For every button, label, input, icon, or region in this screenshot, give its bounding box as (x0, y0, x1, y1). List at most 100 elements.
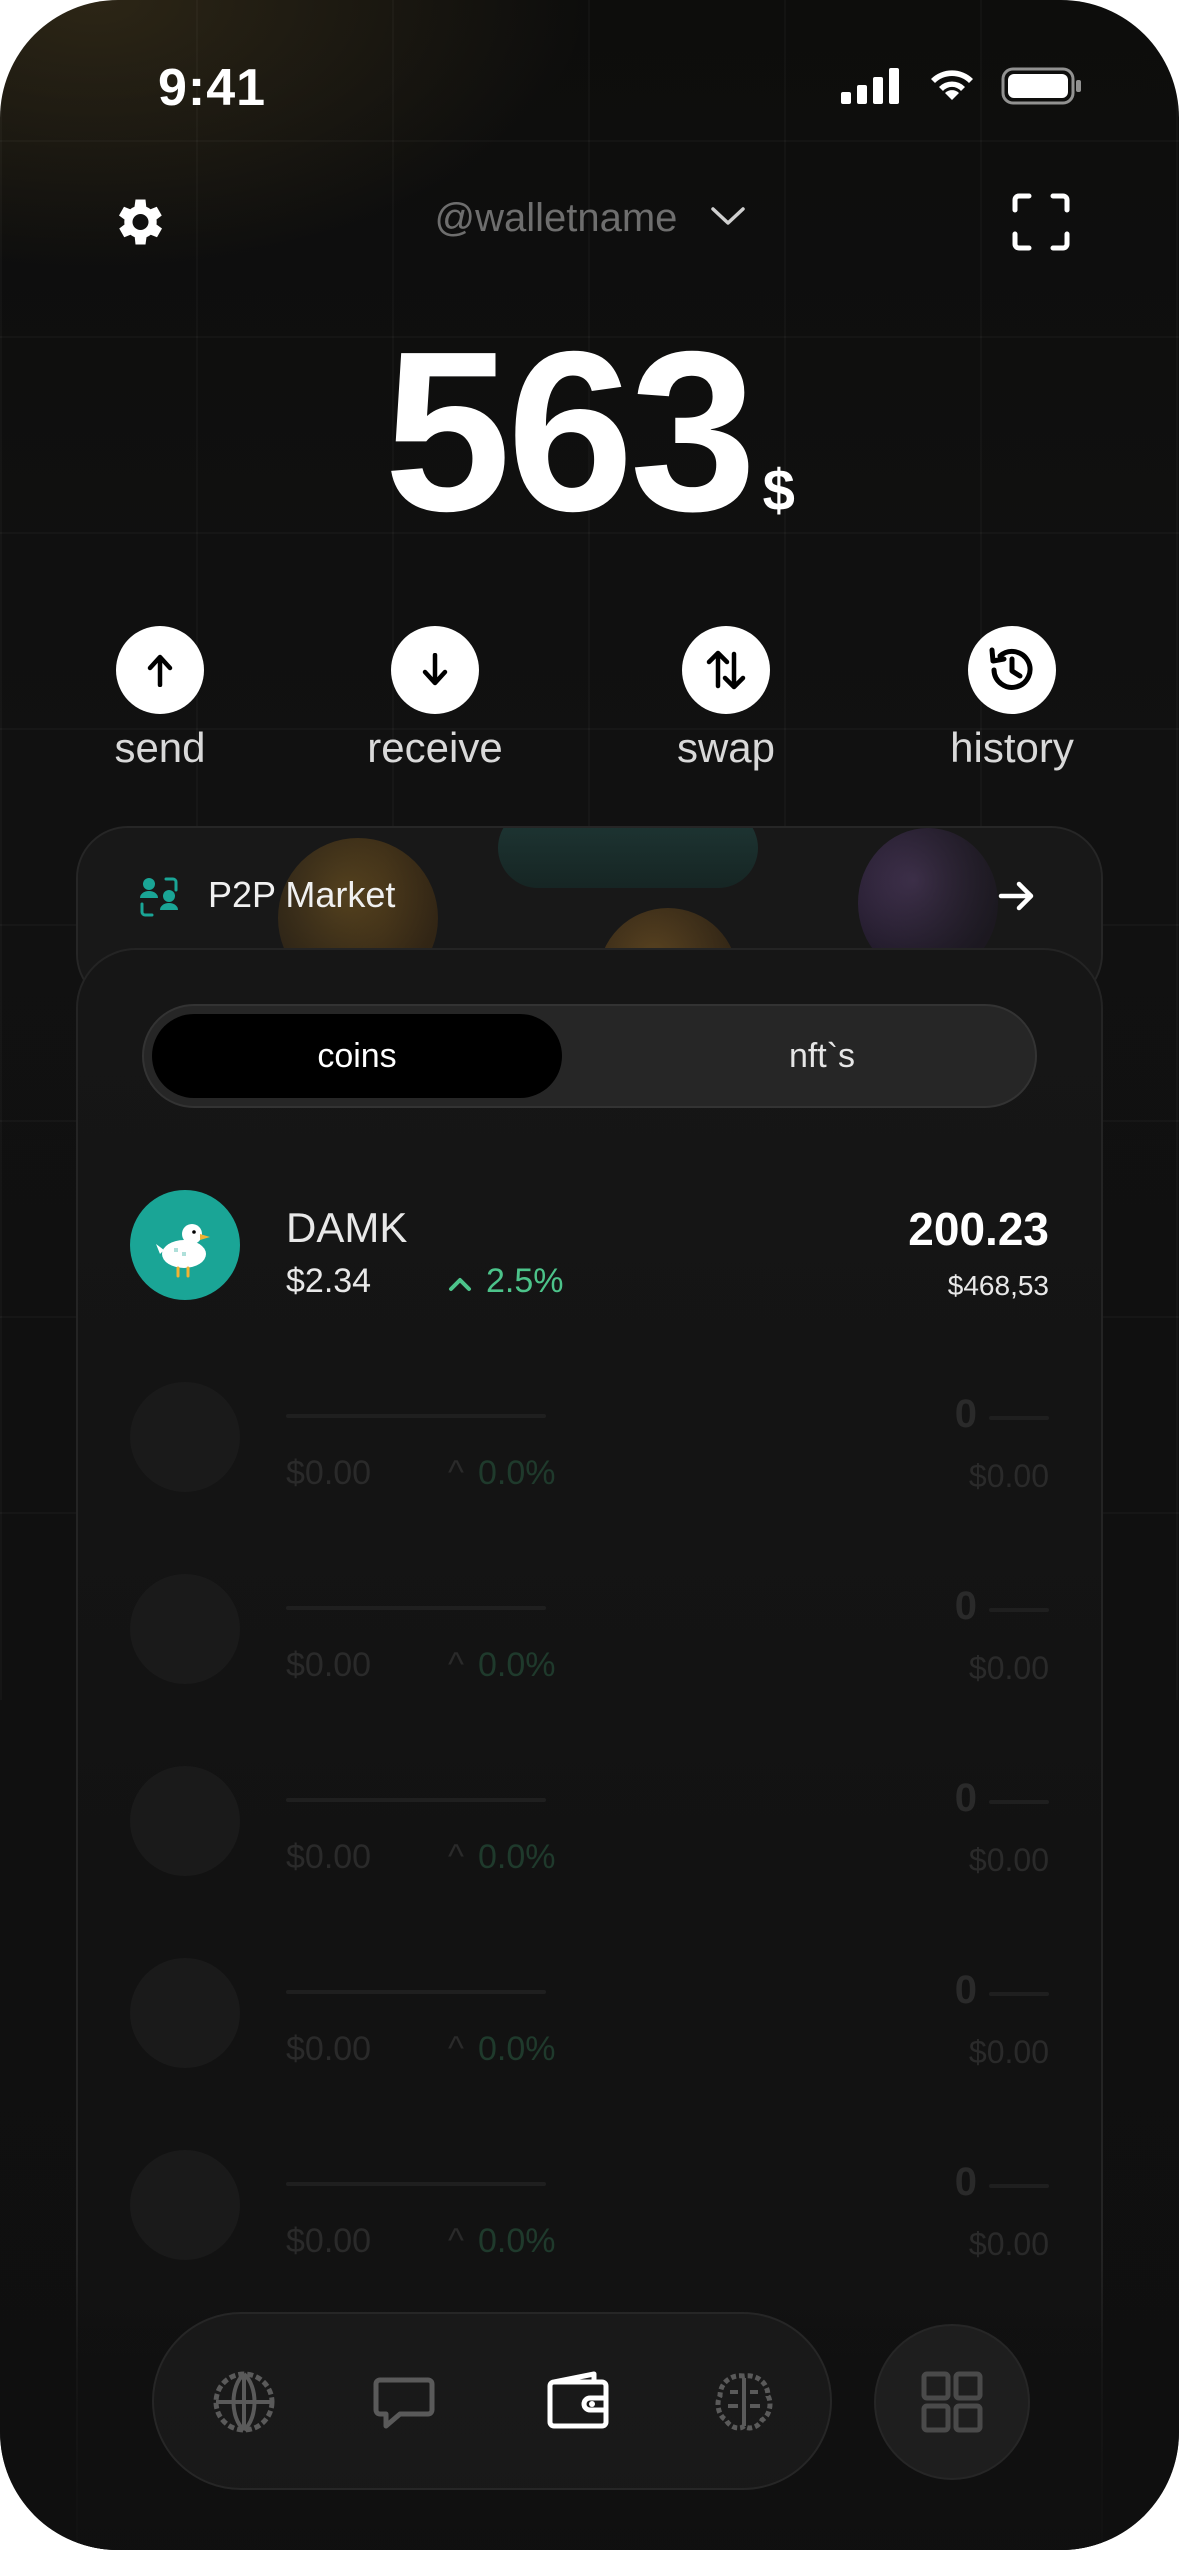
swap-circle (682, 626, 770, 714)
history-button[interactable]: history (912, 626, 1112, 772)
placeholder-coin-row: $0.00 ^ 0.0% 0 $0.00 (130, 1574, 1049, 1704)
placeholder-change: ^ 0.0% (448, 1838, 555, 1877)
placeholder-name-line (286, 1990, 546, 1994)
placeholder-logo (130, 1574, 240, 1684)
placeholder-change-value: 0.0% (477, 1838, 556, 1876)
placeholder-fiat: $0.00 (968, 1458, 1049, 1494)
placeholder-amount-line (989, 1992, 1049, 1996)
balance-amount: 563 (384, 305, 756, 559)
send-circle (116, 626, 204, 714)
placeholder-fiat: $0.00 (968, 1650, 1049, 1686)
status-time: 9:41 (158, 59, 267, 117)
swap-label: swap (676, 724, 776, 771)
chevron-up-icon: ^ (448, 1838, 464, 1876)
coin-price: $2.34 (286, 1262, 372, 1300)
placeholder-name-line (286, 1606, 546, 1610)
placeholder-price: $0.00 (286, 1838, 372, 1876)
swap-icon (706, 650, 746, 690)
placeholder-price: $0.00 (286, 1454, 372, 1492)
placeholder-amount-line (989, 1608, 1049, 1612)
p2p-market-title: P2P Market (208, 874, 396, 915)
receive-button[interactable]: receive (335, 626, 535, 772)
history-label: history (950, 724, 1074, 771)
wallet-name-label: @walletname (434, 196, 678, 240)
arrow-down-icon (422, 653, 448, 686)
coin-amount: 200.23 (908, 1203, 1049, 1255)
placeholder-price: $0.00 (286, 1646, 372, 1684)
placeholder-coin-row: $0.00 ^ 0.0% 0 $0.00 (130, 1766, 1049, 1896)
nav-wallet[interactable] (540, 2364, 616, 2440)
tab-coins[interactable]: coins (152, 1014, 562, 1098)
chevron-up-icon: ^ (448, 2030, 464, 2068)
people-icon (140, 877, 178, 917)
nav-brain[interactable] (706, 2364, 782, 2440)
send-button[interactable]: send (60, 626, 260, 772)
balance-display: 563 $ (0, 318, 1179, 546)
send-label: send (114, 724, 206, 771)
placeholder-amount-line (989, 2184, 1049, 2188)
placeholder-change-value: 0.0% (477, 1646, 556, 1684)
tab-nfts[interactable]: nft`s (617, 1014, 1027, 1098)
chevron-down-icon (710, 207, 745, 225)
history-circle (968, 626, 1056, 714)
coin-name: DAMK (286, 1204, 408, 1251)
grid-icon (921, 2371, 983, 2433)
status-icons (841, 66, 1083, 106)
wallet-icon (547, 2371, 609, 2429)
chevron-up-icon (449, 1278, 471, 1291)
placeholder-price: $0.00 (286, 2030, 372, 2068)
globe-icon (213, 2371, 275, 2433)
placeholder-change-value: 0.0% (477, 2030, 556, 2068)
coin-fiat-value: $468,53 (947, 1270, 1049, 1301)
nav-globe[interactable] (206, 2364, 282, 2440)
placeholder-logo (130, 2150, 240, 2260)
wifi-icon (931, 70, 973, 100)
placeholder-change-value: 0.0% (477, 1454, 556, 1492)
nav-chat[interactable] (366, 2364, 442, 2440)
placeholder-amount-line (989, 1416, 1049, 1420)
action-bar: send receive swap history (60, 626, 1119, 776)
coin-change: 2.5% (448, 1262, 564, 1301)
asset-type-tabs: coins nft`s (142, 1004, 1037, 1108)
chevron-up-icon: ^ (448, 1646, 464, 1684)
placeholder-logo (130, 1382, 240, 1492)
placeholder-change: ^ 0.0% (448, 1454, 555, 1493)
placeholder-amount: 0 (954, 1584, 977, 1628)
placeholder-coin-row: $0.00 ^ 0.0% 0 $0.00 (130, 1382, 1049, 1512)
coin-row-damk[interactable]: DAMK $2.34 2.5% 200.23 $468,53 (130, 1190, 1049, 1320)
more-apps-button[interactable] (874, 2324, 1030, 2480)
placeholder-change: ^ 0.0% (448, 2030, 555, 2069)
history-icon (989, 647, 1033, 690)
placeholder-fiat: $0.00 (968, 2034, 1049, 2070)
duck-icon (156, 1224, 210, 1278)
placeholder-change: ^ 0.0% (448, 1646, 555, 1685)
wallet-selector[interactable]: @walletname (0, 196, 1179, 241)
placeholder-name-line (286, 2182, 546, 2186)
placeholder-name-line (286, 1414, 546, 1418)
placeholder-amount: 0 (954, 1776, 977, 1820)
receive-label: receive (367, 724, 503, 771)
arrow-up-icon (147, 654, 173, 687)
chat-icon (373, 2377, 435, 2429)
placeholder-amount-line (989, 1800, 1049, 1804)
placeholder-name-line (286, 1798, 546, 1802)
balance-currency: $ (762, 458, 795, 523)
arrow-right-icon (998, 881, 1034, 911)
scan-icon[interactable] (1011, 192, 1071, 252)
battery-icon (1001, 67, 1081, 105)
receive-circle (391, 626, 479, 714)
swap-button[interactable]: swap (626, 626, 826, 772)
bottom-nav (152, 2312, 832, 2490)
placeholder-logo (130, 1766, 240, 1876)
cellular-signal-icon (841, 68, 899, 104)
placeholder-amount: 0 (954, 1392, 977, 1436)
brain-icon (715, 2373, 773, 2431)
coin-change-value: 2.5% (486, 1262, 564, 1300)
chevron-up-icon: ^ (448, 1454, 464, 1492)
coin-logo (130, 1190, 240, 1300)
placeholder-fiat: $0.00 (968, 1842, 1049, 1878)
placeholder-logo (130, 1958, 240, 2068)
placeholder-amount: 0 (954, 2160, 977, 2204)
placeholder-amount: 0 (954, 1968, 977, 2012)
placeholder-coin-row: $0.00 ^ 0.0% 0 $0.00 (130, 1958, 1049, 2088)
